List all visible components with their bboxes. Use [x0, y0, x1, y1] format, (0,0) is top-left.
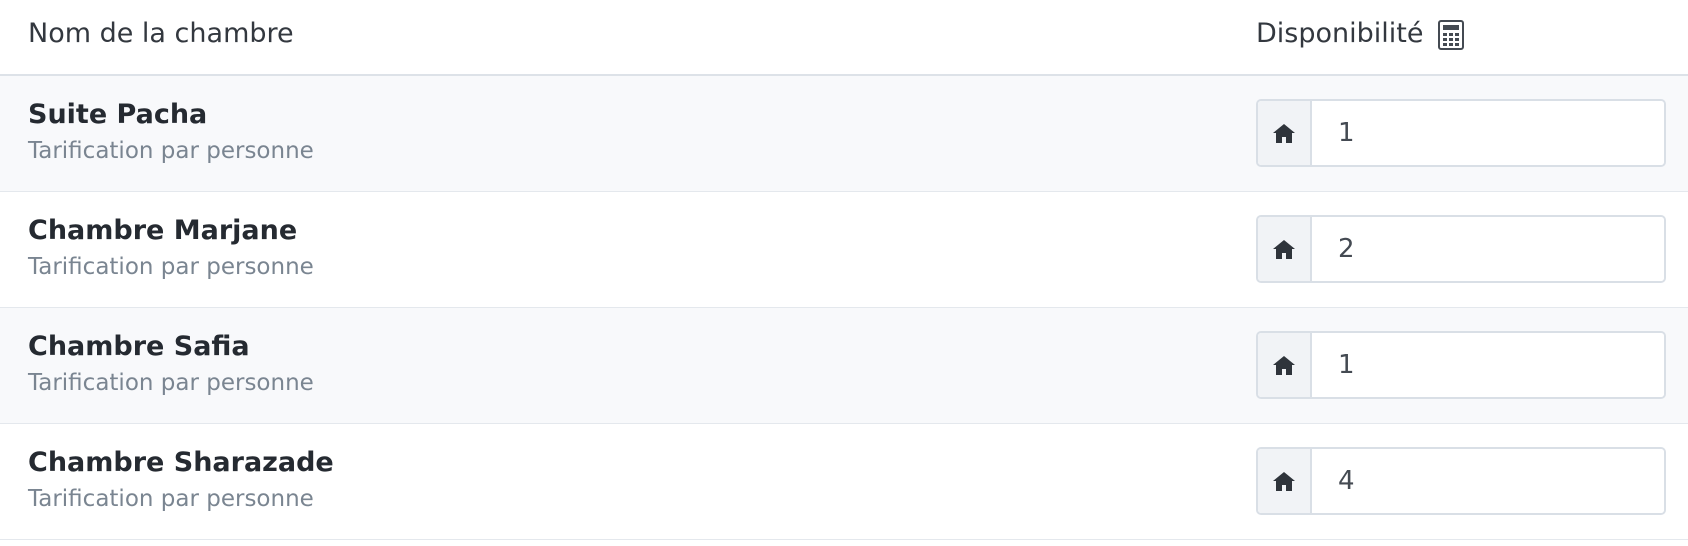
room-pricing-type: Tarification par personne [28, 138, 314, 164]
room-name: Suite Pacha [28, 99, 208, 130]
column-header-availability: Disponibilité [1256, 18, 1465, 50]
room-name: Chambre Sharazade [28, 447, 334, 478]
home-icon [1258, 333, 1312, 397]
table-row: Chambre Sharazade Tarification par perso… [0, 424, 1688, 540]
availability-input-group [1256, 331, 1666, 399]
availability-input[interactable] [1312, 101, 1664, 165]
room-name: Chambre Marjane [28, 215, 298, 246]
table-header: Nom de la chambre Disponibilité [0, 0, 1688, 76]
availability-input[interactable] [1312, 217, 1664, 281]
home-icon [1258, 101, 1312, 165]
rooms-availability-table: Nom de la chambre Disponibilité Suite Pa… [0, 0, 1688, 540]
table-row: Chambre Marjane Tarification par personn… [0, 192, 1688, 308]
table-row: Suite Pacha Tarification par personne [0, 76, 1688, 192]
room-pricing-type: Tarification par personne [28, 486, 314, 512]
room-pricing-type: Tarification par personne [28, 254, 314, 280]
calculator-icon[interactable] [1437, 19, 1465, 50]
column-header-availability-label: Disponibilité [1256, 18, 1424, 49]
availability-input[interactable] [1312, 449, 1664, 513]
availability-input[interactable] [1312, 333, 1664, 397]
availability-input-group [1256, 447, 1666, 515]
room-pricing-type: Tarification par personne [28, 370, 314, 396]
availability-input-group [1256, 99, 1666, 167]
home-icon [1258, 449, 1312, 513]
room-name: Chambre Safia [28, 331, 250, 362]
table-row: Chambre Safia Tarification par personne [0, 308, 1688, 424]
availability-input-group [1256, 215, 1666, 283]
column-header-room-name: Nom de la chambre [28, 18, 294, 49]
home-icon [1258, 217, 1312, 281]
